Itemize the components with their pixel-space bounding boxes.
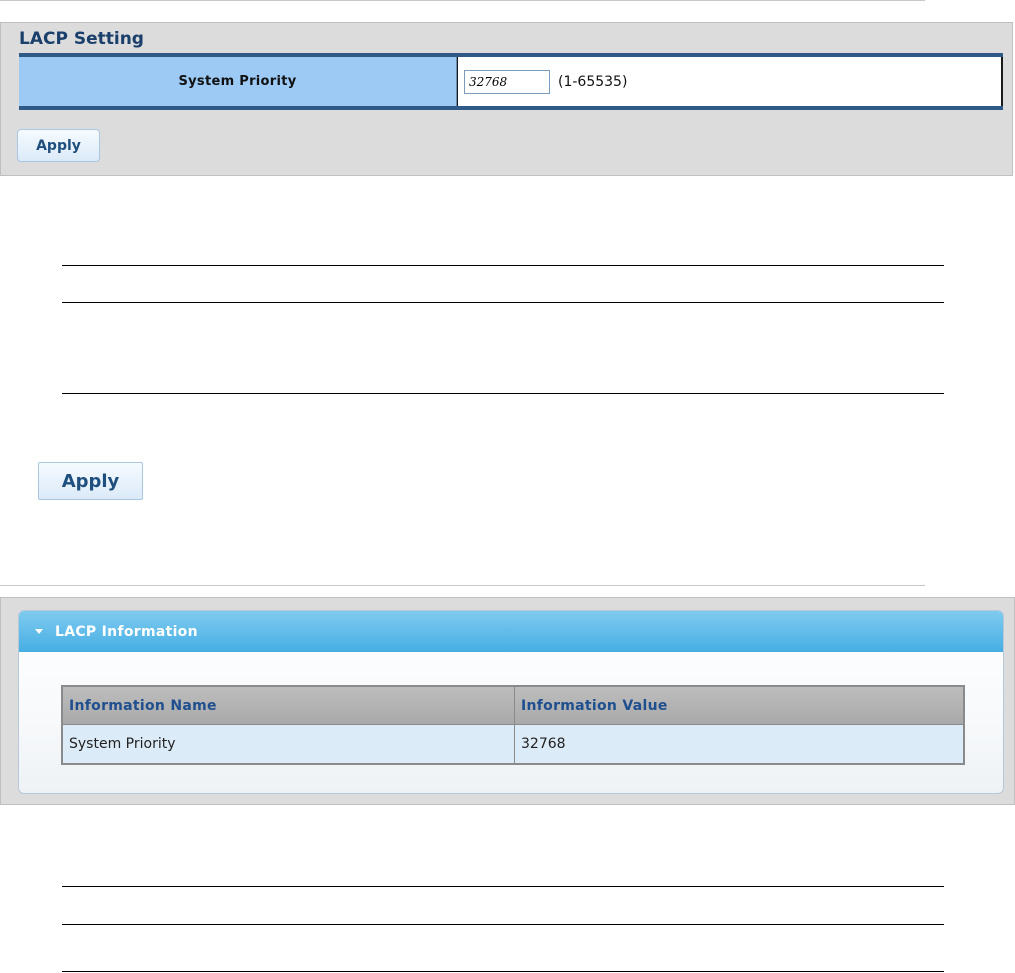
lacp-information-table: Information Name Information Value Syste… [61,685,965,765]
lacp-setting-table: System Priority (1-65535) [19,53,1003,110]
system-priority-input[interactable] [464,69,550,94]
table-rule-mid [62,302,944,303]
bottom-table-rule-bottom [62,971,944,972]
system-priority-value-cell: (1-65535) [457,57,1003,106]
apply-button-enlarged[interactable]: Apply [38,462,143,500]
lacp-setting-title: LACP Setting [19,29,144,49]
table-header-row: Information Name Information Value [61,685,965,725]
page: LACP Setting System Priority (1-65535) A… [0,0,1015,973]
system-priority-label: System Priority [19,57,457,106]
middle-divider [0,585,925,586]
lacp-information-header[interactable]: LACP Information [19,611,1003,652]
lacp-information-title: LACP Information [55,623,198,640]
lacp-information-panel: LACP Information Information Name Inform… [0,597,1015,805]
table-rule-bottom [62,393,944,394]
system-priority-range-hint: (1-65535) [558,73,628,90]
lacp-setting-panel: LACP Setting System Priority (1-65535) [0,22,1013,176]
table-rule-top [62,265,944,266]
caret-down-icon[interactable] [35,629,43,634]
bottom-table-rule-top [62,886,944,887]
column-header-information-name: Information Name [61,685,515,725]
bottom-table-rule-mid [62,924,944,925]
top-divider [0,0,925,1]
apply-button[interactable]: Apply [17,129,100,162]
lacp-information-box: LACP Information Information Name Inform… [18,610,1004,794]
cell-information-value: 32768 [514,724,965,765]
cell-information-name: System Priority [61,724,515,765]
column-header-information-value: Information Value [514,685,965,725]
table-row: System Priority 32768 [61,724,965,765]
